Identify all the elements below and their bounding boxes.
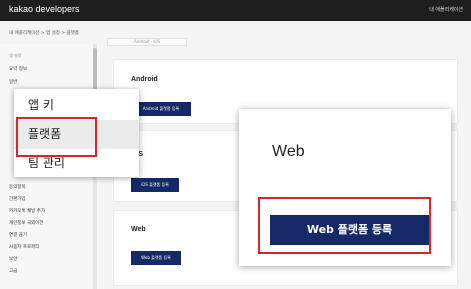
sidebar-item-consent[interactable]: 동의항목	[9, 184, 26, 190]
ios-register-button[interactable]: iOS 플랫폼 등록	[131, 178, 179, 192]
sidebar-item-simple-signup[interactable]: 간편가입	[9, 196, 26, 202]
brand-logo[interactable]: kakao developers	[9, 4, 80, 14]
menu-item-app-key[interactable]: 앱 키	[14, 91, 139, 120]
android-register-button[interactable]: Android 플랫폼 등록	[131, 102, 191, 116]
sidebar-item-property[interactable]: 사용자 프로퍼티	[9, 244, 39, 250]
highlight-platform-menu	[16, 117, 97, 157]
platform-tabs[interactable]: Android · iOS	[107, 38, 187, 46]
sidebar-item-general[interactable]: 일반	[9, 79, 17, 85]
sidebar-item-security[interactable]: 보안	[9, 256, 17, 262]
android-title: Android	[131, 76, 158, 83]
sidebar-item-advanced[interactable]: 고급	[9, 268, 17, 274]
highlight-web-register	[258, 197, 431, 254]
web-register-button[interactable]: Web 플랫폼 등록	[131, 251, 181, 265]
top-bar: kakao developers 내 애플리케이션	[0, 0, 471, 21]
web-title: Web	[131, 226, 146, 233]
user-menu[interactable]: 내 애플리케이션	[429, 6, 463, 13]
sidebar-item-overseas[interactable]: 개인정보 국외이전	[9, 220, 44, 226]
sidebar-item-unlink[interactable]: 연결 끊기	[9, 232, 27, 238]
sidebar-item-channel[interactable]: 카카오톡 채널 추가	[9, 208, 45, 214]
sidebar-item-summary[interactable]: 요약 정보	[9, 66, 27, 72]
zoom-web-title: Web	[272, 143, 305, 160]
sidebar-section-label: 앱 설정	[9, 53, 22, 58]
breadcrumb: 내 애플리케이션 > 앱 설정 > 플랫폼	[9, 31, 79, 36]
